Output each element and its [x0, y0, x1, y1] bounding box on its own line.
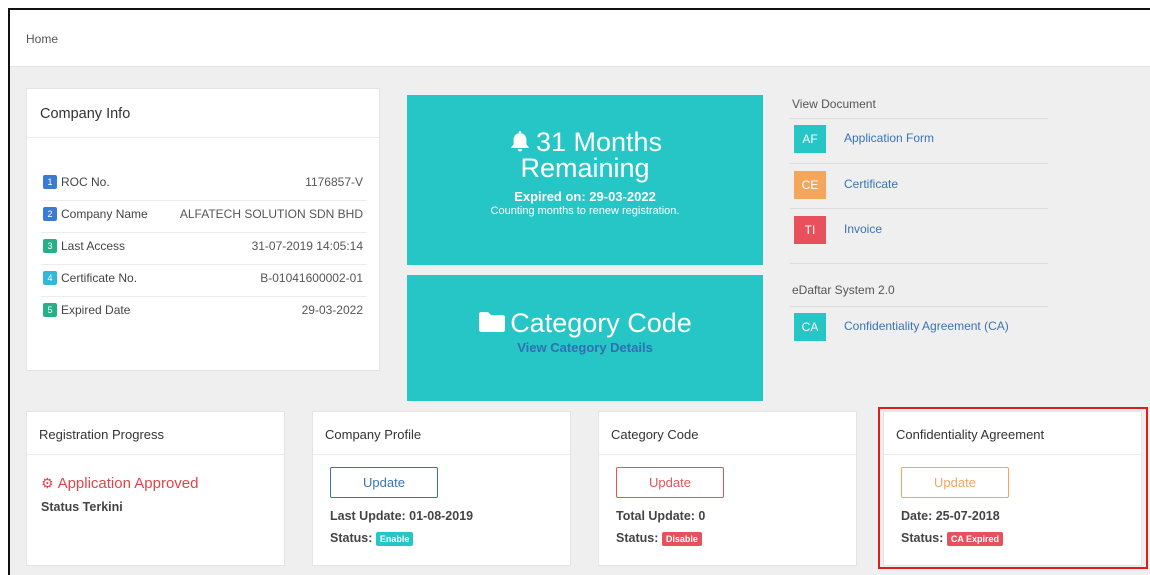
highlight-box	[878, 407, 1148, 569]
number-badge: 2	[43, 207, 57, 221]
months-remaining-tile: 31 Months Remaining Expired on: 29-03-20…	[407, 95, 763, 265]
breadcrumb-home[interactable]: Home	[26, 32, 58, 46]
months-remaining-label: Remaining	[520, 153, 650, 183]
doc-link[interactable]: Confidentiality Agreement (CA)	[844, 319, 1009, 333]
info-row-expired-date: 5 Expired Date 29-03-2022	[41, 297, 367, 329]
number-badge: 4	[43, 271, 57, 285]
divider	[790, 163, 1048, 164]
page-frame: Home Company Info 1 ROC No. 1176857-V 2 …	[8, 8, 1150, 575]
status-badge: Disable	[661, 531, 702, 546]
cogs-icon: ⚙	[41, 475, 54, 491]
divider	[790, 263, 1048, 264]
info-value: 29-03-2022	[301, 303, 363, 317]
info-row-certificate-no: 4 Certificate No. B-01041600002-01	[41, 265, 367, 297]
info-value: ALFATECH SOLUTION SDN BHD	[179, 207, 363, 221]
category-code-tile[interactable]: Category Code View Category Details	[407, 275, 763, 401]
info-value: 31-07-2019 14:05:14	[251, 239, 363, 253]
category-code-title: Category Code	[510, 308, 692, 338]
view-document-heading: View Document	[792, 97, 876, 111]
divider	[790, 208, 1048, 209]
divider	[27, 454, 284, 455]
folder-icon	[479, 312, 506, 332]
doc-link[interactable]: Certificate	[844, 177, 898, 191]
divider	[790, 306, 1048, 307]
card-title: Registration Progress	[39, 427, 164, 442]
card-title: Company Profile	[325, 427, 422, 442]
doc-link[interactable]: Invoice	[844, 222, 882, 236]
status-label: Status:	[616, 531, 659, 545]
divider	[599, 454, 856, 455]
card-title: Category Code	[611, 427, 699, 442]
info-value: B-01041600002-01	[260, 271, 363, 285]
info-label: Expired Date	[61, 303, 131, 317]
info-row-company-name: 2 Company Name ALFATECH SOLUTION SDN BHD	[41, 201, 367, 233]
info-label: Last Access	[61, 239, 126, 253]
status-line: Status: Disable	[616, 531, 702, 546]
counting-note: Counting months to renew registration.	[490, 205, 680, 217]
number-badge: 5	[43, 303, 57, 317]
status-line: Status: Enable	[330, 531, 414, 546]
registration-progress-card: Registration Progress ⚙ Application Appro…	[26, 411, 285, 566]
status-subtitle: Status Terkini	[41, 500, 123, 514]
number-badge: 3	[43, 239, 57, 253]
doc-code-badge: AF	[794, 125, 826, 153]
info-row-last-access: 3 Last Access 31-07-2019 14:05:14	[41, 233, 367, 265]
view-category-details-link[interactable]: View Category Details	[407, 340, 763, 355]
info-label: Company Name	[61, 207, 148, 221]
info-label: Certificate No.	[61, 271, 138, 285]
breadcrumb: Home	[10, 10, 1150, 67]
doc-code-badge: CE	[794, 171, 826, 199]
doc-code-badge: CA	[794, 313, 826, 341]
category-code-update-button[interactable]: Update	[616, 467, 724, 498]
status-label: Status:	[330, 531, 373, 545]
documents-panel: View Document AF Application Form CE Cer…	[790, 90, 1048, 362]
total-update-text: Total Update: 0	[616, 509, 706, 523]
application-status: ⚙ Application Approved	[41, 475, 199, 492]
info-row-roc: 1 ROC No. 1176857-V	[41, 169, 367, 201]
company-profile-update-button[interactable]: Update	[330, 467, 438, 498]
company-info-card: Company Info 1 ROC No. 1176857-V 2 Compa…	[26, 88, 380, 371]
doc-code-badge: TI	[794, 216, 826, 244]
expiry-date-text: Expired on: 29-03-2022	[514, 189, 656, 204]
number-badge: 1	[43, 175, 57, 189]
company-profile-card: Company Profile Update Last Update: 01-0…	[312, 411, 571, 566]
category-line: Category Code	[407, 308, 763, 338]
application-status-text: Application Approved	[57, 475, 199, 492]
divider	[313, 454, 570, 455]
divider	[790, 118, 1048, 119]
edaftar-heading: eDaftar System 2.0	[792, 283, 895, 297]
bell-icon	[511, 131, 529, 152]
last-update-text: Last Update: 01-08-2019	[330, 509, 474, 523]
status-badge: Enable	[375, 531, 414, 546]
divider	[27, 137, 379, 138]
info-value: 1176857-V	[305, 175, 363, 189]
company-info-title: Company Info	[40, 106, 131, 122]
doc-link[interactable]: Application Form	[844, 131, 934, 145]
category-code-card: Category Code Update Total Update: 0 Sta…	[598, 411, 857, 566]
info-label: ROC No.	[61, 175, 110, 189]
